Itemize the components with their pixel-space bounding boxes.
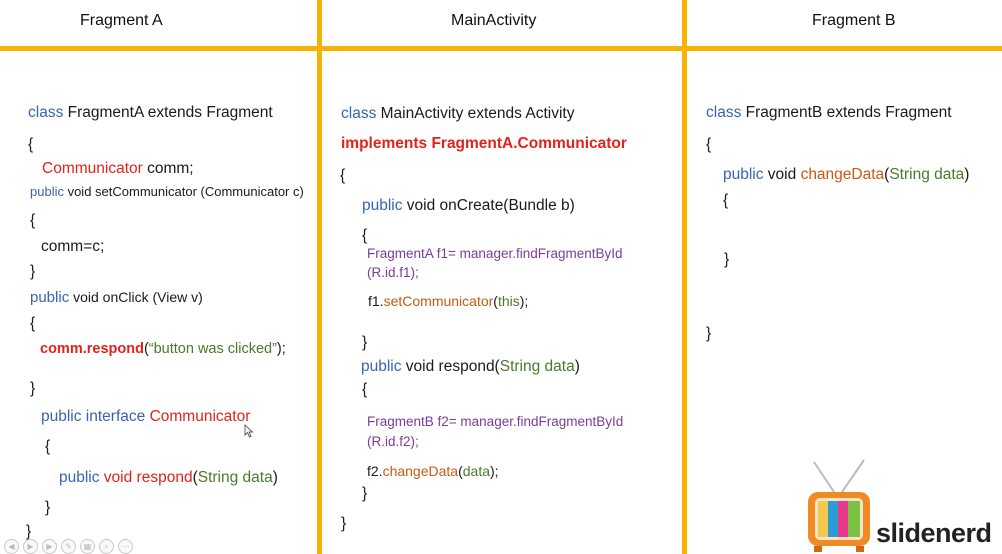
code-line: }: [362, 334, 368, 351]
code-text: ): [574, 358, 580, 375]
code-text: );: [276, 341, 286, 357]
keyword: public interface: [41, 408, 146, 425]
code-line: }: [724, 251, 730, 268]
keyword: public: [361, 358, 402, 375]
code-line: }: [45, 499, 51, 516]
header-divider: [0, 46, 1002, 51]
parameter: String data: [197, 469, 273, 486]
column-divider-right: [682, 0, 687, 554]
code-line: public void respond(String data): [59, 468, 278, 488]
method-name: setCommunicator: [383, 293, 494, 309]
code-line: }: [30, 263, 36, 280]
code-text: void respond(: [401, 358, 500, 375]
code-line: public void onClick (View v): [30, 287, 203, 308]
keyword: public: [30, 184, 64, 199]
main-activity-title: MainActivity: [451, 12, 537, 29]
code-line: implements FragmentA.Communicator: [341, 135, 627, 152]
keyword: public: [723, 166, 764, 183]
code-line: public void onCreate(Bundle b): [362, 196, 575, 216]
code-text: FragmentA extends Fragment: [63, 104, 273, 121]
slidenerd-tv-logo-icon: [808, 459, 870, 552]
parameter: String data: [889, 166, 965, 183]
code-text: );: [519, 293, 529, 309]
slides-icon[interactable]: ▦: [80, 538, 95, 554]
code-line: public void respond(String data): [361, 357, 580, 377]
keyword: public: [30, 289, 70, 306]
next-icon[interactable]: ▶: [42, 538, 57, 554]
code-line: }: [362, 485, 368, 502]
keyword: public: [362, 197, 403, 214]
code-line: f2.changeData(data);: [367, 461, 499, 481]
play-icon[interactable]: ▶: [23, 538, 38, 554]
code-line: comm.respond(“button was clicked”);: [40, 339, 286, 359]
method-call: comm.respond: [40, 341, 144, 357]
code-text: void onClick (View v): [69, 289, 203, 305]
code-line: {: [340, 167, 346, 184]
code-line: public void changeData(String data): [723, 165, 969, 185]
zoom-icon[interactable]: ⌕: [99, 538, 114, 554]
code-line: (R.id.f1);: [367, 265, 419, 280]
fragment-a-title: Fragment A: [80, 12, 163, 29]
method-name: void respond: [99, 469, 193, 486]
method-name: changeData: [800, 166, 885, 183]
code-line: }: [706, 325, 712, 342]
string-literal: “button was clicked”: [148, 341, 277, 357]
code-line: }: [341, 515, 347, 532]
keyword: class: [28, 104, 64, 121]
keyword: public: [59, 469, 100, 486]
code-text: ): [272, 469, 278, 486]
code-line: public void setCommunicator (Communicato…: [30, 182, 304, 202]
slideshow-controls[interactable]: ◀ ▶ ▶ ✎ ▦ ⌕ ⋯: [0, 538, 133, 554]
method-name: changeData: [382, 463, 459, 479]
code-text: );: [490, 463, 499, 479]
code-line: comm=c;: [41, 238, 105, 255]
code-line: class FragmentB extends Fragment: [706, 103, 952, 123]
code-line: Communicator comm;: [42, 159, 194, 179]
fragment-b-title: Fragment B: [812, 12, 896, 29]
code-text: void onCreate(Bundle b): [402, 197, 575, 214]
code-line: {: [30, 212, 36, 229]
argument: this: [497, 293, 520, 309]
code-text: ): [964, 166, 970, 183]
keyword: class: [341, 105, 377, 122]
type-name: Communicator: [145, 408, 251, 425]
code-line: {: [362, 227, 368, 244]
more-icon[interactable]: ⋯: [118, 538, 133, 554]
code-text: comm;: [142, 160, 194, 177]
code-line: {: [362, 381, 368, 398]
mouse-cursor-icon: [244, 424, 254, 438]
argument: data: [462, 463, 491, 479]
code-text: FragmentB extends Fragment: [741, 104, 952, 121]
column-divider-left: [317, 0, 322, 554]
code-text: void setCommunicator (Communicator c): [63, 184, 304, 199]
code-text: void: [763, 166, 801, 183]
code-text: MainActivity extends Activity: [376, 105, 575, 122]
code-line: {: [706, 136, 712, 153]
parameter: String data: [499, 358, 575, 375]
code-line: FragmentB f2= manager.findFragmentById: [367, 414, 624, 429]
pen-icon[interactable]: ✎: [61, 538, 76, 554]
code-line: {: [45, 438, 51, 455]
code-text: f1.: [368, 293, 384, 309]
type-name: Communicator: [42, 160, 143, 177]
slidenerd-logo-text: slidenerd: [876, 518, 992, 548]
code-line: {: [723, 192, 729, 209]
code-line: }: [30, 380, 36, 397]
code-line: {: [30, 315, 36, 332]
prev-icon[interactable]: ◀: [4, 538, 19, 554]
code-line: {: [28, 136, 34, 153]
code-line: class MainActivity extends Activity: [341, 104, 574, 124]
code-line: class FragmentA extends Fragment: [28, 103, 273, 123]
code-line: (R.id.f2);: [367, 434, 419, 449]
code-line: f1.setCommunicator(this);: [368, 291, 528, 311]
code-line: public interface Communicator: [41, 407, 250, 427]
keyword: class: [706, 104, 742, 121]
code-text: f2.: [367, 463, 383, 479]
code-line: FragmentA f1= manager.findFragmentById: [367, 246, 623, 261]
